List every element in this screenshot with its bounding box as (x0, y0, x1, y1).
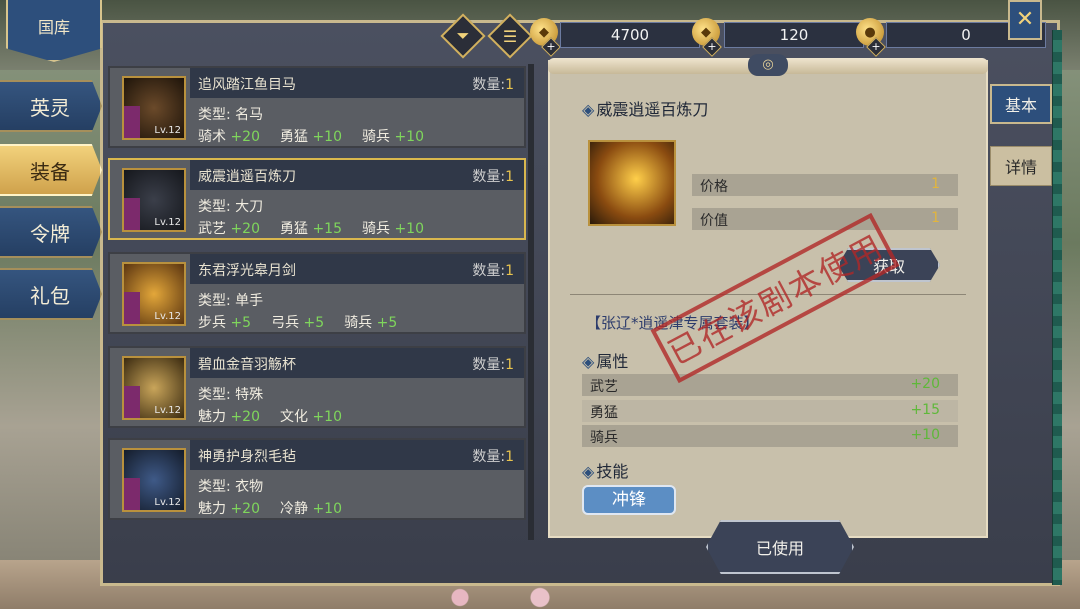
list-item[interactable]: Lv.12 追风踏江鱼目马 数量:1 类型: 名马 骑术 +20 勇猛 +10 … (108, 66, 526, 148)
gold-counter: 4700 (560, 22, 700, 48)
quantity: 数量:1 (472, 263, 514, 279)
equipment-list[interactable]: Lv.12 追风踏江鱼目马 数量:1 类型: 名马 骑术 +20 勇猛 +10 … (108, 64, 528, 540)
sidebar-item-equipment[interactable]: 装备 (0, 144, 102, 196)
attr-row: 骑兵 +10 (582, 425, 958, 447)
list-icon: ☰ (502, 26, 518, 46)
item-stats: 骑术 +20 勇猛 +10 骑兵 +10 (198, 129, 424, 145)
tab-basic[interactable]: 基本 (990, 84, 1052, 124)
quantity: 数量:1 (472, 357, 514, 373)
item-stats: 魅力 +20 冷静 +10 (198, 501, 342, 517)
close-tools-icon[interactable]: ✕ (1008, 0, 1042, 40)
used-button[interactable]: 已使用 (706, 520, 854, 574)
blade-icon: Lv.12 (122, 168, 186, 232)
sidebar-item-label: 礼包 (30, 283, 70, 308)
item-stats: 魅力 +20 文化 +10 (198, 409, 342, 425)
scroll-roller: ◎ (548, 54, 988, 76)
item-stats: 武艺 +20 勇猛 +15 骑兵 +10 (198, 221, 424, 237)
list-scrollbar[interactable] (528, 64, 534, 540)
skill-button[interactable]: 冲锋 (582, 485, 676, 515)
list-item-selected[interactable]: Lv.12 威震逍遥百炼刀 数量:1 类型: 大刀 武艺 +20 勇猛 +15 … (108, 158, 526, 240)
list-item[interactable]: Lv.12 神勇护身烈毛毡 数量:1 类型: 衣物 魅力 +20 冷静 +10 (108, 438, 526, 520)
skill-title: 技能 (582, 458, 628, 482)
pot-counter: 120 (724, 22, 864, 48)
list-item[interactable]: Lv.12 碧血金音羽觞杯 数量:1 类型: 特殊 魅力 +20 文化 +10 (108, 346, 526, 428)
item-stats: 步兵 +5 弓兵 +5 骑兵 +5 (198, 315, 398, 331)
cup-icon: Lv.12 (122, 356, 186, 420)
filter-icon: ⏷ (456, 26, 470, 45)
tab-details[interactable]: 详情 (990, 146, 1052, 186)
background-flowers (400, 586, 600, 609)
quantity: 数量:1 (472, 449, 514, 465)
sidebar-item-label: 英灵 (30, 95, 70, 120)
detail-title: 威震逍遥百炼刀 (582, 96, 708, 120)
worth-row: 价值 1 (692, 208, 958, 230)
attr-row: 武艺 +20 (582, 374, 958, 396)
price-row: 价格 1 (692, 174, 958, 196)
sidebar-item-giftpacks[interactable]: 礼包 (0, 268, 102, 320)
sidebar-item-tokens[interactable]: 令牌 (0, 206, 102, 258)
sword-icon: Lv.12 (122, 262, 186, 326)
list-item[interactable]: Lv.12 东君浮光皋月剑 数量:1 类型: 单手 步兵 +5 弓兵 +5 骑兵… (108, 252, 526, 334)
horse-icon: Lv.12 (122, 76, 186, 140)
blade-icon (588, 140, 676, 226)
sidebar-item-label: 装备 (30, 159, 70, 184)
sidebar-item-heroes[interactable]: 英灵 (0, 80, 102, 132)
quantity: 数量:1 (472, 77, 514, 93)
cloak-icon: Lv.12 (122, 448, 186, 512)
attr-row: 勇猛 +15 (582, 400, 958, 422)
treasury-title: 国库 (37, 18, 70, 37)
quantity: 数量:1 (472, 169, 514, 185)
attr-title: 属性 (582, 348, 628, 372)
decorative-rope (1052, 30, 1062, 585)
sidebar-item-label: 令牌 (30, 221, 70, 246)
